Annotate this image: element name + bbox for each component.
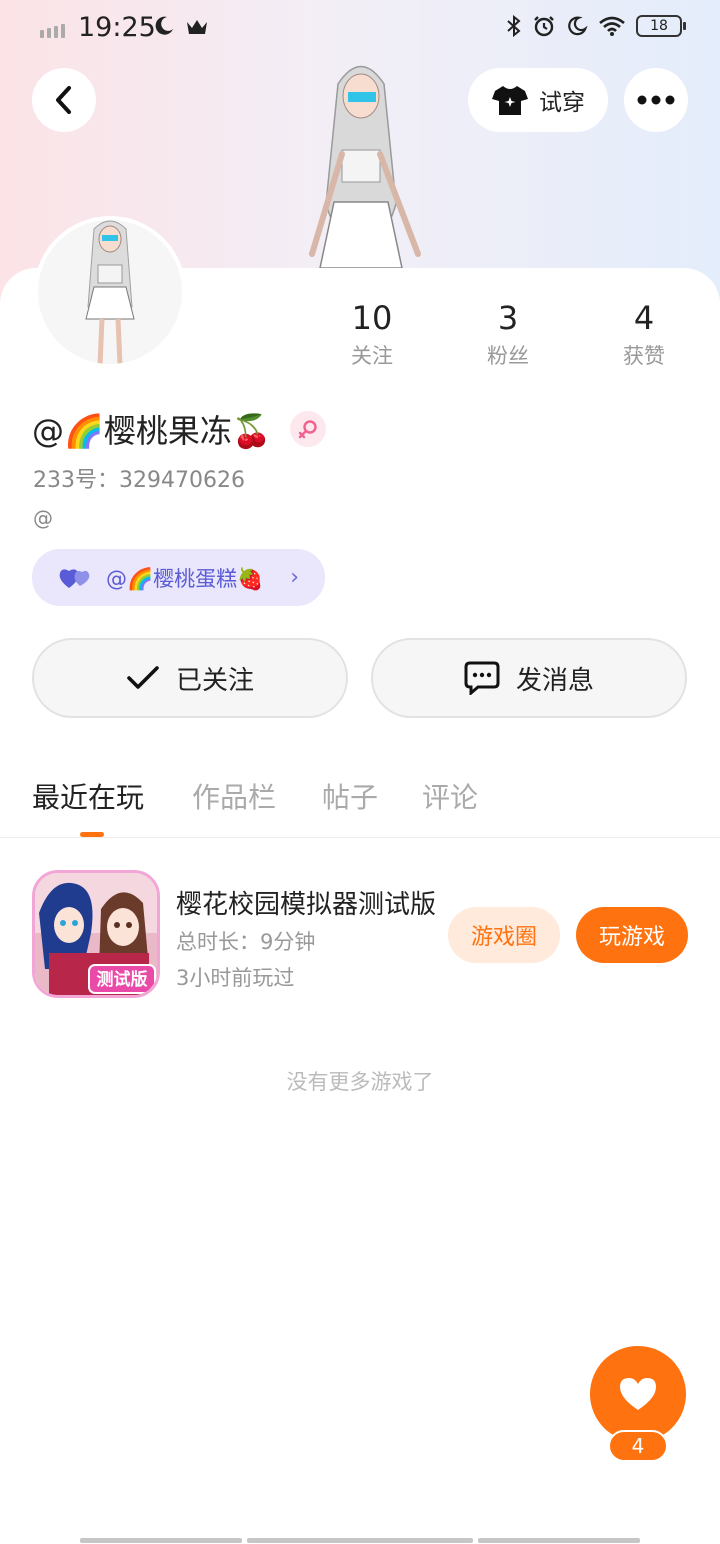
send-message-button[interactable]: 发消息 [371,638,687,718]
fans-stat[interactable]: 3 粉丝 [458,296,558,372]
more-options-button[interactable] [624,68,688,132]
gesture-bar-segment [478,1538,640,1543]
game-last-played: 3小时前玩过 [176,966,295,990]
no-more-games-text: 没有更多游戏了 [286,1070,434,1094]
following-count: 10 [351,299,393,337]
double-heart-icon [59,568,90,588]
heart-icon [620,1378,656,1410]
fans-label: 粉丝 [487,344,529,368]
game-icon[interactable]: 测试版 [32,870,160,998]
status-time: 19:25 [78,12,156,43]
tab-posts[interactable]: 帖子 [322,776,378,816]
active-tab-indicator [80,832,104,837]
username: @🌈樱桃果冻🍒 [32,412,272,450]
send-message-label: 发消息 [515,665,594,696]
profile-tabs: 最近在玩 作品栏 帖子 评论 [0,770,720,838]
game-list-item[interactable]: 测试版 樱花校园模拟器测试版 总时长：9分钟 3小时前玩过 游戏圈 玩游戏 [0,870,720,1000]
bio: @ [33,506,53,530]
profile-avatar[interactable] [34,216,186,368]
likes-count: 4 [633,299,655,337]
following-button-label: 已关注 [175,665,254,696]
back-button[interactable] [32,68,96,132]
username-row: @🌈樱桃果冻🍒 [32,406,326,452]
status-icons: 18 [506,14,686,38]
do-not-disturb-moon-icon [568,16,588,36]
chevron-right-icon: › [290,565,299,590]
try-on-label: 试穿 [539,90,585,116]
chat-bubble-icon [464,661,500,695]
moon-icon [155,16,173,35]
tab-recently-played[interactable]: 最近在玩 [32,776,144,816]
likes-stat[interactable]: 4 获赞 [594,296,694,372]
tab-comments[interactable]: 评论 [422,776,478,816]
gesture-bar-segment [80,1538,242,1543]
female-gender-icon [289,411,326,447]
like-count-badge: 4 [608,1430,668,1462]
chevron-left-icon [56,86,71,114]
game-circle-button[interactable]: 游戏圈 [448,907,560,963]
gesture-bar-segment [247,1538,473,1543]
like-button[interactable] [590,1346,686,1442]
signal-icon [40,24,65,38]
crown-icon [187,20,207,34]
following-button[interactable]: 已关注 [32,638,348,718]
cp-relationship-pill[interactable]: @🌈樱桃蛋糕🍓 › [32,549,325,606]
checkmark-icon [127,666,159,689]
play-game-button[interactable]: 玩游戏 [576,907,688,963]
game-title: 樱花校园模拟器测试版 [176,890,436,920]
likes-label: 获赞 [623,344,665,368]
tab-works[interactable]: 作品栏 [192,776,276,816]
try-on-button[interactable]: 试穿 [468,68,608,132]
game-icon-badge: 测试版 [97,969,148,990]
game-play-duration: 总时长：9分钟 [176,930,316,954]
fans-count: 3 [497,299,519,337]
status-bar: 19:25 18 [0,0,720,58]
cp-name: @🌈樱桃蛋糕🍓 [106,566,264,591]
avatar-3d-figure[interactable] [278,54,444,270]
bluetooth-icon [507,14,521,38]
tshirt-icon [492,86,528,115]
following-label: 关注 [351,344,393,368]
following-stat[interactable]: 10 关注 [322,296,422,372]
wifi-icon [599,16,625,36]
battery-icon: 18 [636,15,686,37]
more-dots-icon [637,95,675,105]
account-id: 233号：329470626 [33,468,245,493]
alarm-icon [534,16,554,37]
